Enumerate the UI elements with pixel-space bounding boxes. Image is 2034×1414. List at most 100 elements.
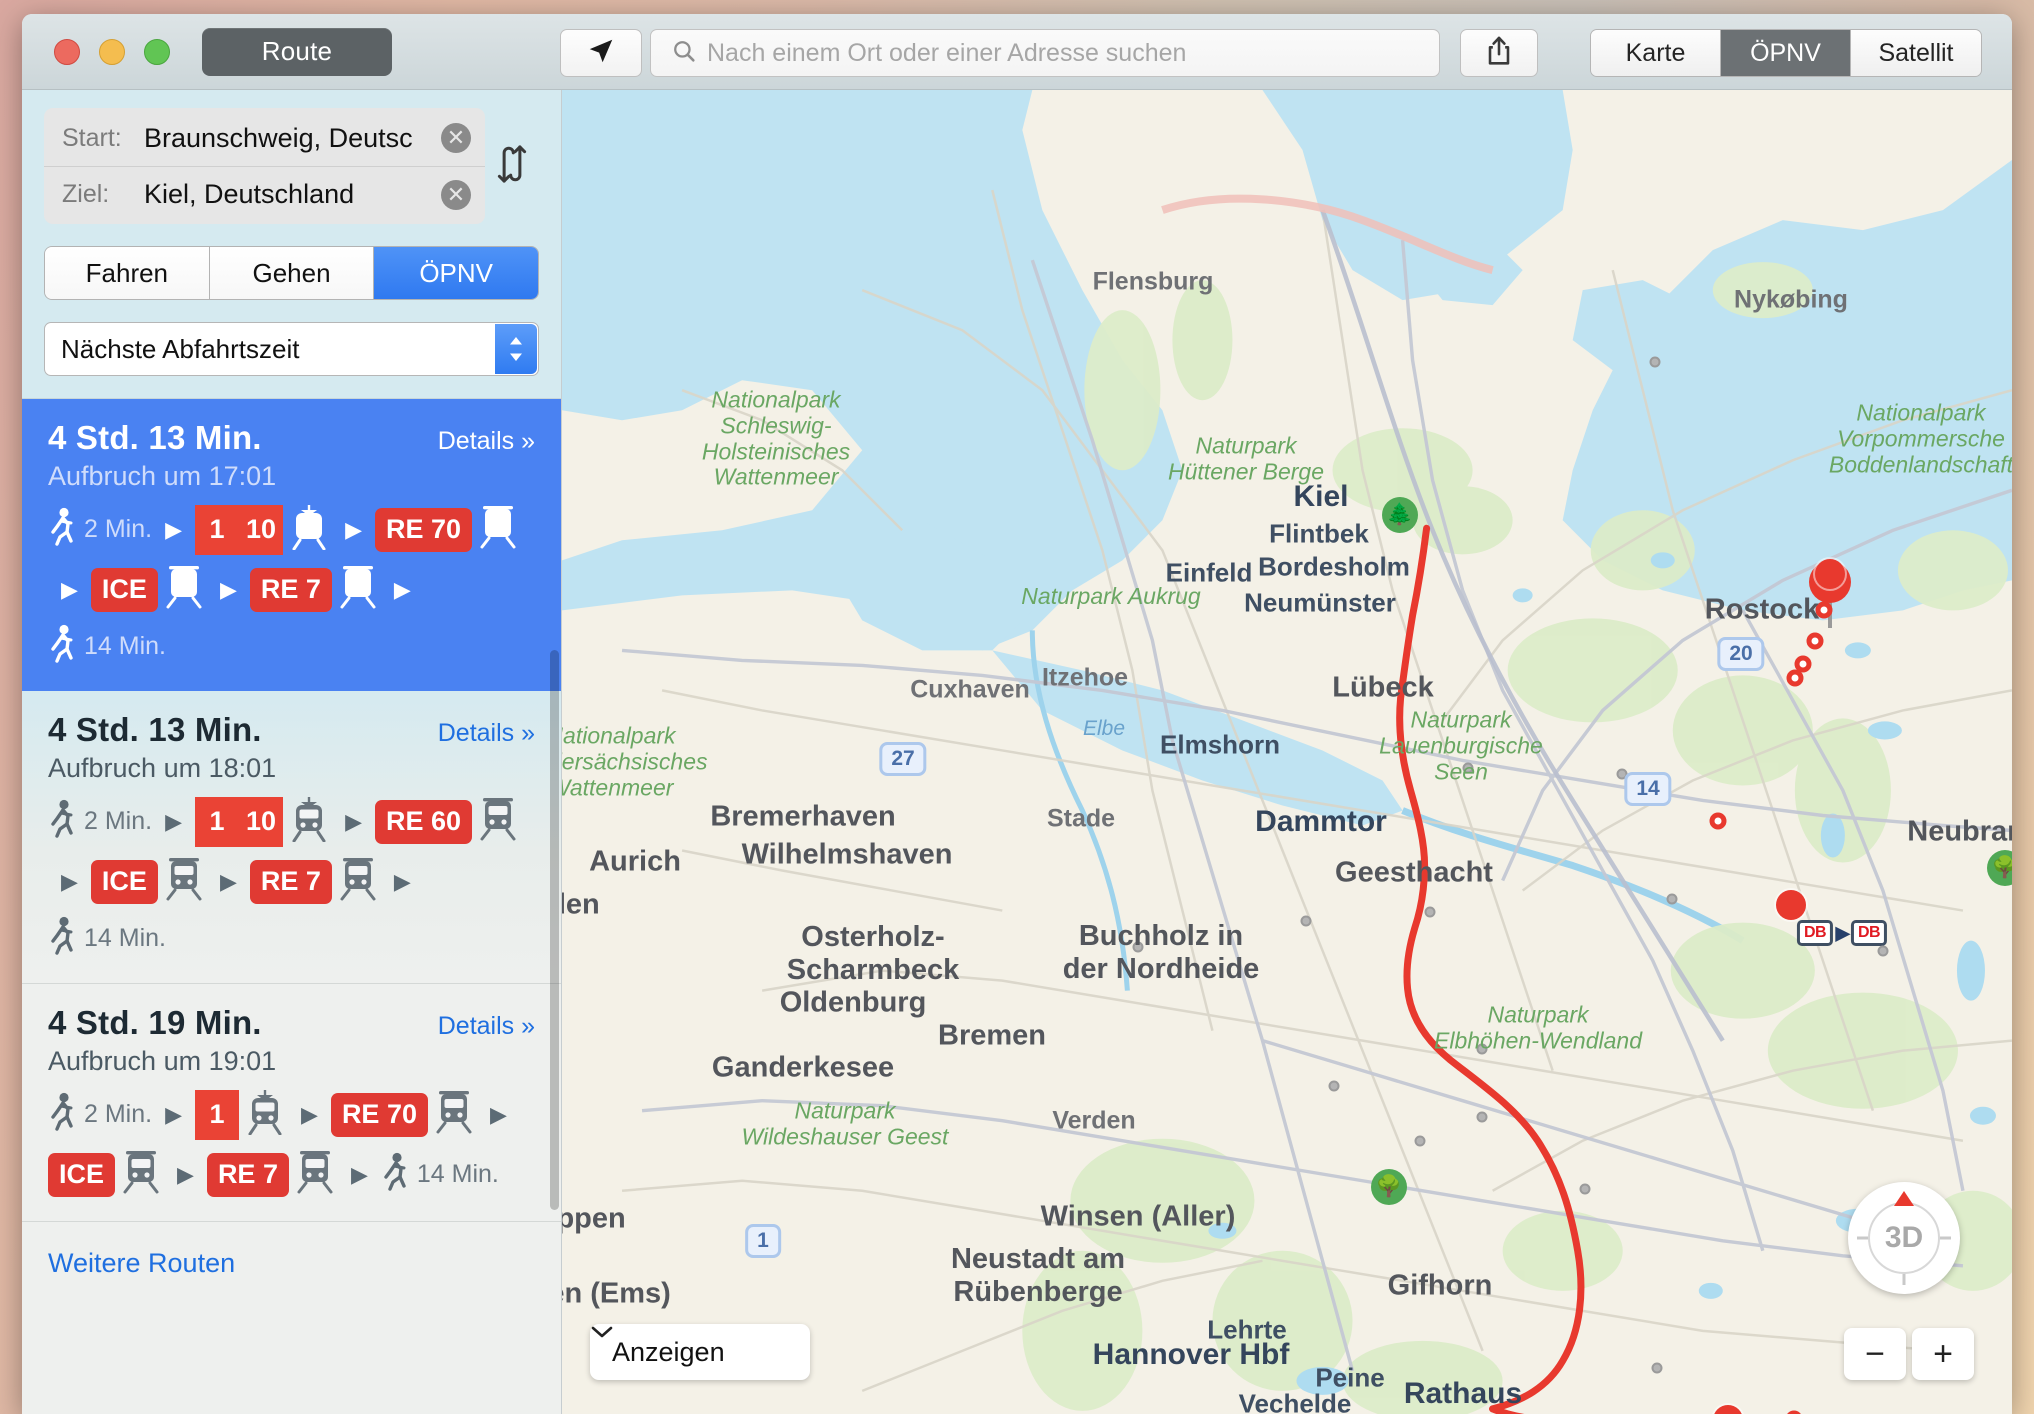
- city-dot-cuxhaven: [1462, 762, 1474, 774]
- swap-endpoints-button[interactable]: [485, 143, 539, 190]
- city-dot-osterholz: [1476, 1043, 1488, 1055]
- city-dot-wilhelmshaven: [1300, 915, 1312, 927]
- map-stop-elmshorn[interactable]: [1709, 812, 1727, 830]
- travel-mode-fahren[interactable]: Fahren: [45, 247, 210, 299]
- compass-tick-east: [1940, 1236, 1951, 1240]
- display-options-select[interactable]: Anzeigen: [590, 1324, 810, 1380]
- park-icon-wildeshauser: 🌳: [1371, 1169, 1407, 1205]
- route-input-panel: Start: Braunschweig, Deutsc ✕ Ziel: Kiel…: [22, 90, 561, 399]
- stepper-up-down-icon[interactable]: [495, 324, 537, 374]
- zoom-button[interactable]: [144, 38, 170, 65]
- city-dot-geesthacht: [1877, 945, 1889, 957]
- map-type-karte[interactable]: Karte: [1591, 30, 1721, 76]
- city-dot-flensburg: [1649, 356, 1661, 368]
- departure-time-select[interactable]: Nächste Abfahrtszeit: [44, 322, 539, 376]
- line-badge-square: 10: [239, 796, 284, 847]
- more-routes-link[interactable]: Weitere Routen: [22, 1222, 561, 1305]
- train-icon: [337, 565, 379, 614]
- park-icon-wattenmeer: 🌲: [1382, 497, 1418, 533]
- route-departure: Aufbruch um 18:01: [48, 753, 277, 783]
- city-dot-neustadt: [1651, 1362, 1663, 1374]
- leg-walk: 14 Min.: [48, 624, 166, 669]
- line-badge-round: ICE: [48, 1152, 116, 1197]
- line-badge-round: RE 7: [206, 1152, 289, 1197]
- zoom-in-button[interactable]: +: [1912, 1328, 1974, 1380]
- leg-walk: 2 Min.: [48, 1092, 152, 1137]
- leg-walk-duration: 2 Min.: [84, 807, 153, 835]
- map-stop-neumuenster[interactable]: [1786, 669, 1804, 687]
- chevron-right-icon: ▶: [393, 868, 411, 894]
- tram-icon: [288, 504, 330, 555]
- map-type-satellit[interactable]: Satellit: [1851, 30, 1981, 76]
- map-type-opnv[interactable]: ÖPNV: [1721, 30, 1851, 76]
- line-badge-round: RE 70: [330, 1092, 428, 1137]
- compass-tick-west: [1857, 1236, 1868, 1240]
- map-stop-flintbek[interactable]: [1815, 601, 1833, 619]
- clear-destination-icon[interactable]: ✕: [441, 179, 471, 210]
- chevron-right-icon: ▶: [393, 576, 411, 602]
- leg-walk: 2 Min.: [48, 799, 152, 844]
- start-field[interactable]: Start: Braunschweig, Deutsc ✕: [44, 110, 485, 166]
- route-details-link[interactable]: Details »: [438, 1012, 535, 1041]
- swap-arrows-icon: [494, 143, 530, 190]
- chevron-right-icon: ▶: [350, 1161, 368, 1187]
- north-needle-icon: [1894, 1191, 1914, 1206]
- train-icon: [120, 1150, 162, 1199]
- travel-mode-gehen[interactable]: Gehen: [209, 247, 375, 299]
- minimize-button[interactable]: [99, 38, 125, 65]
- search-icon: [671, 38, 697, 69]
- walking-person-icon: [48, 624, 78, 669]
- train-icon: [163, 565, 205, 614]
- map-canvas[interactable]: DB ▶ DB 🚆 ▶ DB 🌲 🌳 🌳: [562, 90, 2012, 1414]
- line-badge-square: 1: [195, 796, 240, 847]
- share-icon: [1484, 35, 1514, 72]
- chevron-right-icon: ▶: [489, 1101, 507, 1127]
- route-duration: 4 Std. 19 Min.: [48, 1004, 262, 1041]
- start-value: Braunschweig, Deutsc: [144, 122, 413, 153]
- locate-me-button[interactable]: [560, 29, 642, 77]
- chevron-right-icon: ▶: [165, 808, 183, 834]
- walking-person-icon: [48, 507, 78, 552]
- route-option-3[interactable]: 4 Std. 19 Min. Details » Aufbruch um 19:01…: [22, 983, 561, 1222]
- chevron-right-icon-dammtor: ▶: [1835, 922, 1851, 945]
- leg-walk-duration: 2 Min.: [84, 515, 153, 543]
- close-button[interactable]: [54, 38, 80, 65]
- route-option-header: 4 Std. 13 Min. Details »: [48, 711, 535, 749]
- search-input[interactable]: [707, 38, 1427, 68]
- share-button[interactable]: [1460, 29, 1538, 77]
- departure-time-value: Nächste Abfahrtszeit: [61, 333, 300, 364]
- route-option-header: 4 Std. 19 Min. Details »: [48, 1004, 535, 1042]
- route-button[interactable]: Route: [202, 27, 392, 76]
- map-type-segmented-control[interactable]: Karte ÖPNV Satellit: [1590, 29, 1982, 77]
- route-duration: 4 Std. 13 Min.: [48, 711, 262, 748]
- chevron-right-icon: ▶: [345, 516, 362, 542]
- map-stop-dammtor[interactable]: [1776, 890, 1806, 920]
- chevron-right-icon: ▶: [177, 1161, 194, 1187]
- route-details-link[interactable]: Details »: [438, 427, 535, 456]
- map-stop-kiel[interactable]: [1815, 559, 1845, 589]
- chevron-right-icon: ▶: [61, 576, 78, 602]
- zoom-controls[interactable]: − +: [1844, 1328, 1974, 1380]
- route-duration: 4 Std. 13 Min.: [48, 419, 262, 456]
- display-options-label: Anzeigen: [612, 1336, 725, 1367]
- travel-mode-tabs[interactable]: Fahren Gehen ÖPNV: [44, 246, 539, 300]
- route-option-2[interactable]: 4 Std. 13 Min. Details » Aufbruch um 18:01…: [22, 691, 561, 983]
- route-details-link[interactable]: Details »: [438, 719, 535, 748]
- line-badge-round: RE 70: [374, 507, 473, 552]
- map-stop-bordesholm[interactable]: [1806, 632, 1824, 650]
- train-icon: [433, 1090, 475, 1139]
- sidebar-scrollbar[interactable]: [550, 650, 559, 1210]
- tram-icon: [244, 1089, 286, 1140]
- route-option-1[interactable]: 4 Std. 13 Min. Details » Aufbruch um 17:01…: [22, 399, 561, 691]
- zoom-out-button[interactable]: −: [1844, 1328, 1906, 1380]
- start-label: Start:: [62, 123, 122, 152]
- search-field[interactable]: [650, 29, 1440, 77]
- line-badge-round: ICE: [90, 859, 158, 904]
- destination-field[interactable]: Ziel: Kiel, Deutschland ✕: [44, 166, 485, 222]
- leg-walk: 2 Min.: [48, 507, 152, 552]
- city-dot-verden: [1579, 1183, 1591, 1195]
- travel-mode-opnv[interactable]: ÖPNV: [374, 247, 538, 299]
- walking-person-icon: [381, 1152, 411, 1197]
- compass-3d-button[interactable]: 3D: [1848, 1182, 1960, 1294]
- clear-start-icon[interactable]: ✕: [441, 123, 471, 153]
